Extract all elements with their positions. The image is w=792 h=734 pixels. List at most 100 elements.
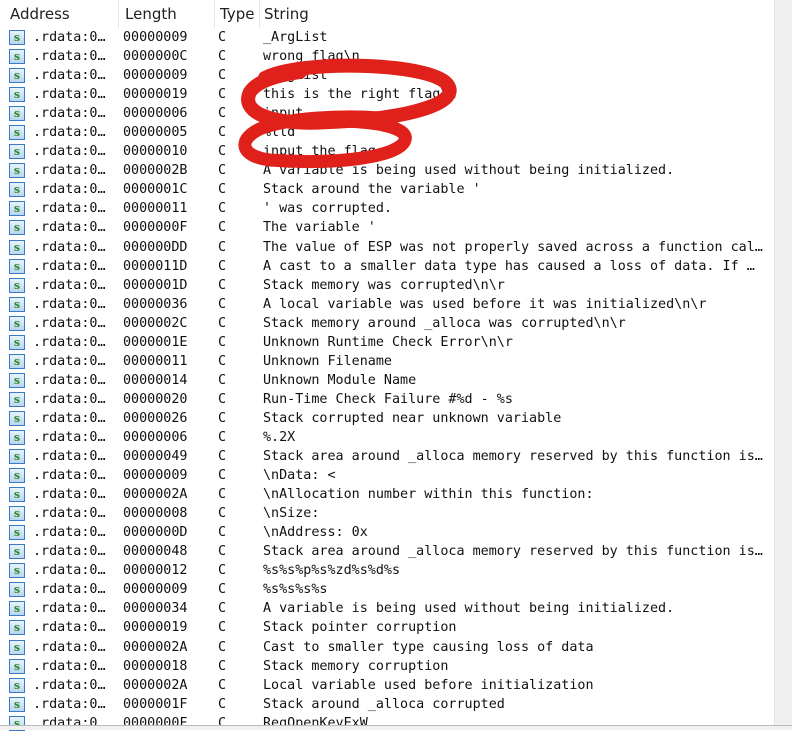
string-cell: Stack area around _alloca memory reserve… [263, 544, 763, 560]
length-cell: 00000018 [123, 658, 188, 674]
string-row[interactable]: s .rdata:0… 0000011D C A cast to a smaller d… [0, 258, 775, 277]
horizontal-scrollbar[interactable] [0, 725, 792, 730]
type-cell: C [218, 506, 227, 522]
address-cell: .rdata:0… [33, 334, 106, 350]
string-s-icon: s [9, 410, 25, 426]
type-cell: C [218, 258, 227, 274]
string-row[interactable]: s .rdata:0… 00000019 C Stack pointer corrupt… [0, 619, 775, 638]
vertical-scrollbar[interactable] [774, 0, 792, 727]
address-cell: .rdata:0… [33, 125, 106, 141]
string-row[interactable]: s .rdata:0… 0000000D C \nAddress: 0x [0, 524, 775, 543]
string-row[interactable]: s .rdata:0… 0000002A C Cast to smaller type … [0, 639, 775, 658]
string-s-icon: s [9, 30, 25, 45]
address-cell: .rdata:0… [33, 677, 106, 693]
string-row[interactable]: s .rdata:0… 00000008 C \nSize: [0, 505, 775, 524]
string-row[interactable]: s .rdata:0… 0000000F C The variable ' [0, 219, 775, 238]
string-cell: wrong flag\n [263, 49, 360, 65]
string-row[interactable]: s .rdata:0… 00000020 C Run-Time Check Failur… [0, 391, 775, 410]
string-cell: input [263, 106, 304, 122]
type-cell: C [218, 696, 227, 712]
column-header-length[interactable]: Length [125, 5, 177, 23]
address-cell: .rdata:0… [33, 563, 106, 579]
column-divider[interactable] [259, 0, 260, 28]
string-row[interactable]: s .rdata:0… 00000006 C %.2X [0, 429, 775, 448]
string-row[interactable]: s .rdata:0… 0000000C Cwrong flag\n [0, 48, 775, 67]
string-s-icon: s [9, 372, 25, 388]
column-header-string[interactable]: String [264, 5, 309, 23]
type-cell: C [218, 201, 227, 217]
address-cell: .rdata:0… [33, 620, 106, 636]
string-row[interactable]: s .rdata:0… 00000009 C _ArgList [0, 67, 775, 86]
string-row[interactable]: s .rdata:0… 0000002C C Stack memory around _… [0, 315, 775, 334]
string-cell: %s%s%s%s [263, 582, 328, 598]
string-cell: input the flag: [263, 144, 384, 160]
string-s-icon: s [9, 391, 25, 407]
type-cell: C [218, 144, 227, 160]
address-cell: .rdata:0… [33, 429, 106, 445]
string-cell: Stack memory was corrupted\n\r [263, 277, 505, 293]
type-cell: C [218, 410, 227, 426]
string-row[interactable]: s .rdata:0… 00000009 C %s%s%s%s [0, 581, 775, 600]
length-cell: 00000006 [123, 106, 188, 122]
string-row[interactable]: s .rdata:0… 0000002B C A variable is being u… [0, 162, 775, 181]
type-cell: C [218, 487, 227, 503]
string-cell: A local variable was used before it was … [263, 296, 707, 312]
column-divider[interactable] [118, 0, 119, 28]
string-cell: Stack pointer corruption [263, 620, 457, 636]
string-row[interactable]: s .rdata:0… 000000DD C The value of ESP was … [0, 239, 775, 258]
string-row[interactable]: s .rdata:0… 0000001E C Unknown Runtime Check… [0, 334, 775, 353]
string-s-icon: s [9, 49, 25, 65]
string-s-icon: s [9, 544, 25, 560]
address-cell: .rdata:0… [33, 296, 106, 312]
length-cell: 00000020 [123, 391, 188, 407]
string-row[interactable]: s .rdata:0… 0000001F C Stack around _alloca … [0, 696, 775, 715]
string-cell: The variable ' [263, 220, 376, 236]
length-cell: 0000011D [123, 258, 188, 274]
string-row[interactable]: s .rdata:0… 0000001C C Stack around the vari… [0, 181, 775, 200]
type-cell: C [218, 582, 227, 598]
string-row[interactable]: s .rdata:0… 00000026 C Stack corrupted near … [0, 410, 775, 429]
column-header-address[interactable]: Address [10, 5, 70, 23]
string-row[interactable]: s .rdata:0… 00000036 C A local variable was … [0, 296, 775, 315]
type-cell: C [218, 87, 227, 103]
string-row[interactable]: s .rdata:0… 00000006 Cinput [0, 105, 775, 124]
address-cell: .rdata:0… [33, 49, 106, 65]
length-cell: 00000009 [123, 68, 188, 84]
column-header-type[interactable]: Type [220, 5, 254, 23]
string-row[interactable]: s .rdata:0… 00000034 C A variable is being u… [0, 600, 775, 619]
length-cell: 00000048 [123, 544, 188, 560]
string-row[interactable]: s .rdata:0… 0000001D C Stack memory was corr… [0, 277, 775, 296]
length-cell: 00000011 [123, 353, 188, 369]
string-row[interactable]: s .rdata:0… 00000009 C \nData: < [0, 467, 775, 486]
string-row[interactable]: s .rdata:0… 00000018 C Stack memory corrupti… [0, 658, 775, 677]
type-cell: C [218, 468, 227, 484]
string-row[interactable]: s .rdata:0… 00000011 C ' was corrupted. [0, 200, 775, 219]
address-cell: .rdata:0… [33, 391, 106, 407]
type-cell: C [218, 163, 227, 179]
type-cell: C [218, 391, 227, 407]
length-cell: 0000002B [123, 163, 188, 179]
string-s-icon: s [9, 315, 25, 331]
string-row[interactable]: s .rdata:0… 00000009 C _ArgList [0, 29, 775, 48]
string-row[interactable]: s .rdata:0… 0000002A C Local variable used b… [0, 677, 775, 696]
address-cell: .rdata:0… [33, 182, 106, 198]
string-s-icon: s [9, 144, 25, 160]
length-cell: 0000002C [123, 315, 188, 331]
string-row[interactable]: s .rdata:0… 00000011 C Unknown Filename [0, 353, 775, 372]
type-cell: C [218, 525, 227, 541]
string-row[interactable]: s .rdata:0… 00000019 Cthis is the right fla… [0, 86, 775, 105]
string-row[interactable]: s .rdata:0… 00000010 Cinput the flag: [0, 143, 775, 162]
type-cell: C [218, 353, 227, 369]
string-row[interactable]: s .rdata:0… 00000012 C %s%s%p%s%zd%s%d%s [0, 562, 775, 581]
string-s-icon: s [9, 429, 25, 445]
string-cell: A variable is being used without being i… [263, 601, 675, 617]
string-row[interactable]: s .rdata:0… 00000005 C %lld [0, 124, 775, 143]
address-cell: .rdata:0… [33, 582, 106, 598]
string-row[interactable]: s .rdata:0… 00000048 C Stack area around _al… [0, 543, 775, 562]
length-cell: 0000002A [123, 677, 188, 693]
string-row[interactable]: s .rdata:0… 00000049 C Stack area around _al… [0, 448, 775, 467]
column-divider[interactable] [214, 0, 215, 28]
string-row[interactable]: s .rdata:0… 0000002A C \nAllocation number w… [0, 486, 775, 505]
string-row[interactable]: s .rdata:0… 00000014 C Unknown Module Name [0, 372, 775, 391]
string-s-icon: s [9, 563, 25, 579]
